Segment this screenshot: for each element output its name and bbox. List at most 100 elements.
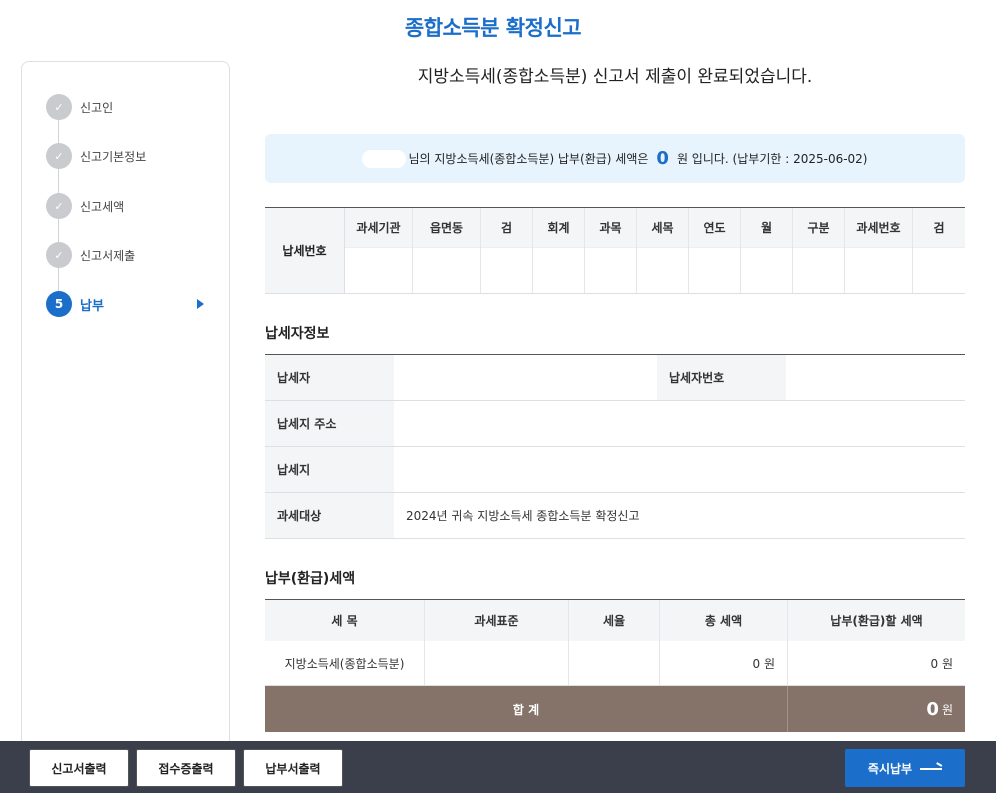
- step-item-1[interactable]: ✓ 신고인: [46, 94, 216, 120]
- column-header: 세 목: [265, 600, 425, 641]
- column-header: 세목: [637, 208, 688, 248]
- tax-number-col: 과세번호: [845, 208, 913, 293]
- column-value: [345, 248, 412, 293]
- row-value: 2024년 귀속 지방소득세 종합소득분 확정신고: [406, 509, 640, 523]
- total-amount: 0: [926, 698, 939, 720]
- column-header: 검: [481, 208, 532, 248]
- tax-number-col: 연도: [689, 208, 741, 293]
- tax-number-col: 구분: [793, 208, 845, 293]
- total-unit: 원: [941, 702, 953, 717]
- column-header: 총 세액: [660, 600, 788, 641]
- check-icon: ✓: [46, 193, 72, 219]
- column-value: [793, 248, 844, 293]
- column-header: 과세기관: [345, 208, 412, 248]
- column-value: [481, 248, 532, 293]
- column-header: 과세번호: [845, 208, 912, 248]
- check-icon: ✓: [46, 242, 72, 268]
- caret-right-icon: [197, 299, 204, 309]
- tax-base: [425, 641, 569, 685]
- payment-table: 세 목 과세표준 세율 총 세액 납부(환급)할 세액 지방소득세(종합소득분)…: [265, 599, 965, 732]
- column-value: [585, 248, 636, 293]
- table-row: 납세지 주소: [265, 401, 965, 447]
- column-header: 회계: [533, 208, 584, 248]
- column-header: 읍면동: [413, 208, 480, 248]
- column-header: 세율: [569, 600, 660, 641]
- column-value: [637, 248, 688, 293]
- column-value: [533, 248, 584, 293]
- column-header: 과세표준: [425, 600, 569, 641]
- step-sidebar: ✓ 신고인 ✓ 신고기본정보 ✓ 신고세액 ✓ 신고서제출 5 납부: [21, 61, 230, 793]
- print-receipt-button[interactable]: 접수증출력: [136, 749, 236, 787]
- step-label: 납부: [80, 298, 104, 314]
- tax-number-col: 읍면동: [413, 208, 481, 293]
- payment-notice: 님의 지방소득세(종합소득분) 납부(환급) 세액은 0 원 입니다. (납부기…: [265, 134, 965, 183]
- tax-rate: [569, 641, 660, 685]
- total-value: 0 원: [788, 686, 965, 732]
- step-item-2[interactable]: ✓ 신고기본정보: [46, 143, 216, 169]
- table-row: 과세대상 2024년 귀속 지방소득세 종합소득분 확정신고: [265, 493, 965, 539]
- tax-item: 지방소득세(종합소득분): [265, 641, 425, 685]
- step-number: 5: [46, 291, 72, 317]
- total-label: 합 계: [265, 686, 788, 732]
- payable-tax: 0 원: [930, 656, 954, 671]
- completion-message: 지방소득세(종합소득분) 신고서 제출이 완료되었습니다.: [417, 67, 813, 87]
- row-value: [394, 401, 965, 446]
- tax-number-col: 월: [741, 208, 793, 293]
- row-label: 납세지 주소: [265, 401, 394, 446]
- footer-bar: 신고서출력 접수증출력 납부서출력 즉시납부: [0, 741, 996, 793]
- tax-number-col: 세목: [637, 208, 689, 293]
- print-report-button[interactable]: 신고서출력: [29, 749, 129, 787]
- tax-number-col: 회계: [533, 208, 585, 293]
- tax-number-col: 과목: [585, 208, 637, 293]
- row-value: [786, 355, 965, 400]
- notice-amount: 0: [656, 148, 669, 169]
- column-header: 납부(환급)할 세액: [788, 600, 965, 641]
- table-row: 납세자 납세자번호: [265, 355, 965, 401]
- row-value: [394, 355, 657, 400]
- pay-now-button[interactable]: 즉시납부: [845, 749, 965, 787]
- row-label: 과세대상: [265, 493, 394, 538]
- step-label: 신고인: [80, 100, 114, 115]
- pay-now-label: 즉시납부: [867, 761, 913, 776]
- notice-text: 님의 지방소득세(종합소득분) 납부(환급) 세액은: [408, 152, 649, 166]
- tax-number-table: 납세번호 과세기관 읍면동 검 회계 과목 세목 연도 월 구분 과세번호 검: [265, 207, 965, 294]
- arrow-right-icon: [920, 764, 943, 772]
- page-title: 종합소득분 확정신고: [404, 16, 582, 40]
- payment-section-title: 납부(환급)세액: [265, 571, 356, 587]
- taxpayer-section-title: 납세자정보: [265, 326, 330, 342]
- column-value: [913, 248, 965, 293]
- print-payment-button[interactable]: 납부서출력: [243, 749, 343, 787]
- step-label: 신고세액: [80, 199, 125, 214]
- table-row: 지방소득세(종합소득분) 0 원 0 원: [265, 641, 965, 686]
- taxpayer-table: 납세자 납세자번호 납세지 주소 납세지 과세대상 2024년 귀속 지방소득세…: [265, 354, 965, 539]
- column-value: [689, 248, 740, 293]
- check-icon: ✓: [46, 143, 72, 169]
- tax-number-col: 검: [481, 208, 533, 293]
- total-tax: 0 원: [660, 641, 788, 685]
- column-value: [413, 248, 480, 293]
- masked-name: [362, 149, 407, 168]
- total-row: 합 계 0 원: [265, 686, 965, 732]
- column-header: 구분: [793, 208, 844, 248]
- tax-number-col: 과세기관: [345, 208, 413, 293]
- row-label: 납세지: [265, 447, 394, 492]
- row-label: 납세자: [265, 355, 394, 400]
- column-header: 과목: [585, 208, 636, 248]
- step-label: 신고서제출: [80, 248, 136, 263]
- column-header: 연도: [689, 208, 740, 248]
- column-header: 검: [913, 208, 965, 248]
- tax-number-columns: 과세기관 읍면동 검 회계 과목 세목 연도 월 구분 과세번호 검: [345, 208, 965, 293]
- table-header-row: 세 목 과세표준 세율 총 세액 납부(환급)할 세액: [265, 600, 965, 641]
- page: 종합소득분 확정신고 ✓ 신고인 ✓ 신고기본정보 ✓ 신고세액 ✓ 신고서제출…: [0, 0, 996, 793]
- row-value: [394, 447, 965, 492]
- check-icon: ✓: [46, 94, 72, 120]
- tax-number-col: 검: [913, 208, 965, 293]
- column-value: [741, 248, 792, 293]
- column-value: [845, 248, 912, 293]
- step-item-5[interactable]: 5 납부: [46, 291, 216, 317]
- column-header: 월: [741, 208, 792, 248]
- step-item-4[interactable]: ✓ 신고서제출: [46, 242, 216, 268]
- row-label: 납세자번호: [657, 355, 786, 400]
- step-item-3[interactable]: ✓ 신고세액: [46, 193, 216, 219]
- step-label: 신고기본정보: [80, 149, 147, 164]
